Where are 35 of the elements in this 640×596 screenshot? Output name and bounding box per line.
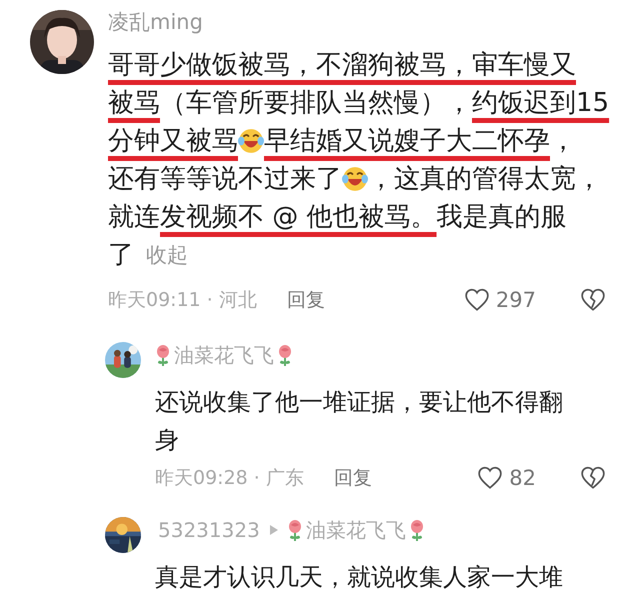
comment-text: 分钟又被骂 bbox=[108, 126, 238, 156]
comment-text: ， bbox=[550, 126, 576, 156]
comment-text: ，这真的管得太宽， bbox=[368, 164, 602, 194]
comment-text: 发视频不 @ 他也被骂。 bbox=[160, 202, 437, 232]
reply-link[interactable]: 回复 bbox=[334, 465, 372, 491]
comment-text: 我是真的服 bbox=[436, 202, 567, 232]
user-name[interactable]: 油菜花飞飞 bbox=[306, 517, 406, 543]
comment-text: 哥哥少做饭被骂，不溜狗被骂，审 bbox=[108, 50, 498, 80]
comment-text: 还有等等说不过来了 bbox=[108, 164, 342, 194]
comment-text: 车慢又 bbox=[498, 50, 576, 80]
reply-arrow-icon bbox=[268, 524, 279, 536]
user-name[interactable]: 凌乱ming bbox=[108, 6, 203, 38]
comment-text: 就连 bbox=[108, 202, 160, 232]
broken-heart-icon bbox=[580, 465, 606, 491]
reply-text: 真是才认识几天，就说收集人家一大堆 bbox=[155, 562, 564, 593]
laughing-emoji-icon bbox=[342, 166, 368, 192]
user-name[interactable]: 油菜花飞飞 bbox=[174, 342, 274, 368]
timestamp-location: 昨天09:28 · 广东 bbox=[155, 466, 304, 491]
timestamp-location: 昨天09:11 · 河北 bbox=[108, 288, 257, 313]
collapse-link[interactable]: 收起 bbox=[146, 241, 188, 269]
comment-text: （车管所要排队当然慢）， bbox=[160, 88, 472, 118]
reply-link[interactable]: 回复 bbox=[286, 287, 325, 313]
comment-text: 被骂 bbox=[108, 88, 160, 118]
laughing-emoji-icon bbox=[238, 128, 264, 154]
comment-text: 早结婚又说嫂子大二怀孕 bbox=[264, 126, 550, 156]
like-count: 82 bbox=[509, 465, 536, 491]
user-name[interactable]: 53231323 bbox=[158, 517, 260, 543]
broken-heart-icon bbox=[580, 287, 606, 313]
comment-text: 约饭迟到15 bbox=[472, 88, 610, 118]
comment-text: 了 bbox=[108, 240, 134, 270]
like-count: 297 bbox=[496, 287, 536, 313]
reply-text: 身 bbox=[155, 425, 180, 456]
heart-icon bbox=[464, 287, 490, 313]
heart-icon bbox=[477, 465, 504, 491]
reply-text: 还说收集了他一堆证据，要让他不得翻 bbox=[155, 387, 564, 418]
